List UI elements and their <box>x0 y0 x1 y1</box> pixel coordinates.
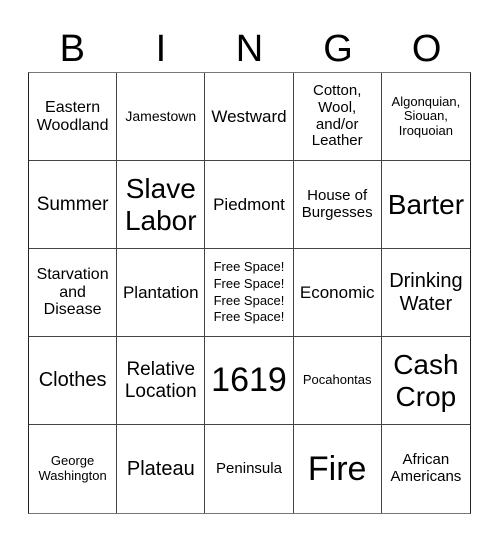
header-letter-n: N <box>235 28 264 70</box>
bingo-cell[interactable]: House of Burgesses <box>293 161 382 249</box>
bingo-cell[interactable]: Westward <box>205 73 294 161</box>
bingo-cell[interactable]: Clothes <box>29 337 118 425</box>
bingo-cell[interactable]: Summer <box>29 161 118 249</box>
header-letter-o: O <box>411 28 442 70</box>
bingo-cell[interactable]: Jamestown <box>117 73 206 161</box>
bingo-cell[interactable]: Cash Crop <box>381 337 470 425</box>
bingo-cell[interactable]: Plateau <box>117 425 206 513</box>
header-letter-g: G <box>323 28 353 70</box>
bingo-cell[interactable]: Economic <box>293 249 382 337</box>
free-space-cell[interactable]: Free Space! Free Space! Free Space! Free… <box>205 249 294 337</box>
bingo-cell[interactable]: Piedmont <box>205 161 294 249</box>
bingo-cell[interactable]: Cotton, Wool, and/or Leather <box>293 73 382 161</box>
bingo-cell[interactable]: Algonquian, Siouan, Iroquoian <box>381 73 470 161</box>
bingo-grid: Eastern Woodland Jamestown Westward Cott… <box>28 72 471 514</box>
bingo-cell[interactable]: Slave Labor <box>117 161 206 249</box>
bingo-cell[interactable]: George Washington <box>29 425 118 513</box>
bingo-cell[interactable]: Relative Location <box>117 337 206 425</box>
bingo-cell[interactable]: Fire <box>294 425 382 513</box>
bingo-cell[interactable]: Drinking Water <box>381 249 470 337</box>
bingo-cell[interactable]: Peninsula <box>205 425 294 513</box>
header-letter-b: B <box>59 28 85 70</box>
bingo-header: B I N G O <box>28 26 471 72</box>
bingo-cell[interactable]: African Americans <box>382 425 470 513</box>
header-letter-i: I <box>155 28 167 70</box>
bingo-cell[interactable]: Eastern Woodland <box>29 73 118 161</box>
bingo-cell[interactable]: Starvation and Disease <box>29 249 118 337</box>
bingo-cell[interactable]: 1619 <box>205 337 294 425</box>
bingo-cell[interactable]: Barter <box>381 161 470 249</box>
bingo-cell[interactable]: Plantation <box>117 249 206 337</box>
bingo-cell[interactable]: Pocahontas <box>293 337 382 425</box>
